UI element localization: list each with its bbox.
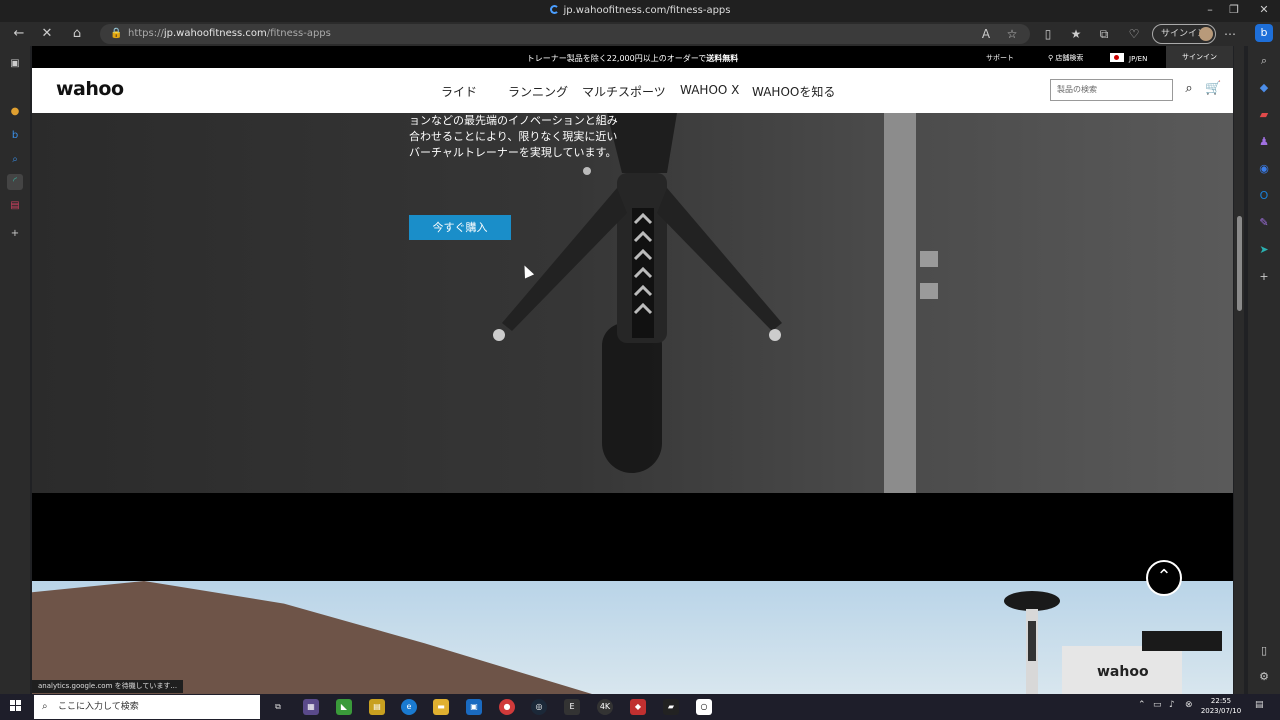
windows-taskbar: ⌕ ここに入力して検索 ⧉ ▦ ◣ ▤ e ▬ ▣ ● ◎ E 4K ◆ ▰ ○ … xyxy=(0,694,1280,720)
vertical-tabs-bar: ▣ ● b ⌕ ◜ ▤ + xyxy=(0,46,30,694)
nav-multisport[interactable]: マルチスポーツ xyxy=(582,83,666,100)
outlook-icon[interactable]: O xyxy=(1255,187,1273,205)
designer-icon[interactable]: ✎ xyxy=(1255,214,1273,232)
buy-now-button[interactable]: 今すぐ購入 xyxy=(409,215,511,240)
epic-games-icon[interactable]: E xyxy=(564,699,580,715)
site-header: wahoo ライド ランニング マルチスポーツ WAHOO X WAHOOを知る… xyxy=(32,68,1233,113)
loading-spinner-icon xyxy=(549,5,559,14)
new-tab-icon[interactable]: + xyxy=(7,226,23,242)
app-icon-3[interactable]: ▤ xyxy=(369,699,385,715)
tab-bing-icon[interactable]: b xyxy=(7,128,23,144)
nav-wahoo-x[interactable]: WAHOO X xyxy=(680,83,739,97)
bing-chat-icon[interactable]: b xyxy=(1255,24,1273,42)
steam-icon[interactable]: ◎ xyxy=(531,699,547,715)
windows-start-icon[interactable] xyxy=(10,700,22,712)
taskbar-search-input[interactable]: ⌕ ここに入力して検索 xyxy=(34,695,260,719)
maximize-button[interactable]: ❐ xyxy=(1224,3,1244,19)
hero-section: ョンなどの最先端のイノベーションと組み合わせることにより、限りなく現実に近いバー… xyxy=(32,113,1233,493)
browser-toolbar: ← ✕ ⌂ 🔒 https://jp.wahoofitness.com/fitn… xyxy=(0,22,1280,46)
page-viewport: トレーナー製品を除く22,000円以上のオーダーで送料無料 サポート ⚲ 店舗検… xyxy=(32,46,1233,694)
games-icon[interactable]: ♟ xyxy=(1255,133,1273,151)
hide-sidebar-icon[interactable]: ▯ xyxy=(1255,642,1273,660)
lock-icon: 🔒 xyxy=(110,28,123,39)
app-icon-red[interactable]: ● xyxy=(499,699,515,715)
promo-strip: トレーナー製品を除く22,000円以上のオーダーで送料無料 サポート ⚲ 店舗検… xyxy=(32,46,1233,68)
close-window-button[interactable]: ✕ xyxy=(1254,3,1274,19)
stop-loading-icon[interactable]: ✕ xyxy=(38,26,56,42)
tab-actions-icon[interactable]: ▣ xyxy=(7,56,23,72)
road-line xyxy=(884,113,916,493)
search-icon: ⌕ xyxy=(42,701,48,712)
more-menu-icon[interactable]: ⋯ xyxy=(1222,26,1238,42)
edge-taskbar-icon[interactable]: e xyxy=(401,699,417,715)
address-bar[interactable]: 🔒 https://jp.wahoofitness.com/fitness-ap… xyxy=(100,24,1030,44)
section-divider xyxy=(32,493,1233,581)
trainer-section-image: wahoo xyxy=(32,581,1233,694)
nav-ride[interactable]: ライド xyxy=(441,83,477,100)
page-scrollbar[interactable] xyxy=(1234,46,1244,694)
read-aloud-icon[interactable]: A xyxy=(978,26,994,42)
browser-status-bar: analytics.google.com を待機しています... xyxy=(32,680,184,693)
taskbar-clock[interactable]: 22:55 2023/07/10 xyxy=(1198,696,1244,716)
avatar xyxy=(1199,27,1213,41)
tab-page-icon[interactable]: ▤ xyxy=(7,198,23,214)
network-icon[interactable]: ▭ xyxy=(1153,700,1162,710)
scroll-to-top-button[interactable]: ⌃ xyxy=(1146,560,1182,596)
profile-signin-button[interactable]: サインイン xyxy=(1152,24,1216,44)
notification-icon[interactable]: ▤ xyxy=(1255,700,1264,710)
hero-description: ョンなどの最先端のイノベーションと組み合わせることにより、限りなく現実に近いバー… xyxy=(409,114,618,159)
language-switch[interactable]: JP/EN xyxy=(1110,53,1147,63)
tab-search-icon[interactable]: ⌕ xyxy=(7,152,23,168)
nav-about-wahoo[interactable]: WAHOOを知る xyxy=(752,83,835,100)
task-view-icon[interactable]: ⧉ xyxy=(270,699,286,715)
microsoft365-icon[interactable]: ◉ xyxy=(1255,160,1273,178)
tools-icon[interactable]: ▰ xyxy=(1255,106,1273,124)
search-icon[interactable]: ⌕ xyxy=(1181,81,1197,97)
file-explorer-icon[interactable]: ▬ xyxy=(433,699,449,715)
kickr-bike-image: wahoo xyxy=(1004,591,1222,694)
support-link[interactable]: サポート xyxy=(986,53,1014,63)
volume-icon[interactable]: ♪ xyxy=(1169,700,1175,710)
app-icon-game[interactable]: ◆ xyxy=(630,699,646,715)
favorite-star-icon[interactable]: ☆ xyxy=(1004,26,1020,42)
scrollbar-thumb[interactable] xyxy=(1237,216,1242,311)
browser-essentials-icon[interactable]: ♡ xyxy=(1126,26,1142,42)
store-icon[interactable]: ▣ xyxy=(466,699,482,715)
mountain-image xyxy=(32,581,592,694)
shopping-icon[interactable]: ◆ xyxy=(1255,79,1273,97)
edge-sidebar: b ⌕ ◆ ▰ ♟ ◉ O ✎ ➤ + ▯ ⚙ xyxy=(1248,22,1280,694)
favorites-icon[interactable]: ★ xyxy=(1068,26,1084,42)
road-marker xyxy=(920,251,938,267)
sidebar-search-icon[interactable]: ⌕ xyxy=(1255,52,1273,70)
store-search-link[interactable]: ⚲ 店舗検索 xyxy=(1048,53,1083,63)
window-title: jp.wahoofitness.com/fitness-apps xyxy=(0,5,1280,16)
split-screen-icon[interactable]: ▯ xyxy=(1040,26,1056,42)
road-marker xyxy=(920,283,938,299)
tab-active-loading-icon[interactable]: ◜ xyxy=(7,174,23,190)
app-icon-1[interactable]: ▦ xyxy=(303,699,319,715)
window-titlebar: jp.wahoofitness.com/fitness-apps – ❐ ✕ xyxy=(0,0,1280,22)
app-4k-icon[interactable]: 4K xyxy=(597,699,613,715)
collections-icon[interactable]: ⧉ xyxy=(1096,26,1112,42)
nvidia-icon[interactable]: ◣ xyxy=(336,699,352,715)
drop-icon[interactable]: ➤ xyxy=(1255,241,1273,259)
back-icon[interactable]: ← xyxy=(10,26,28,42)
japan-flag-icon xyxy=(1110,53,1124,62)
oculus-icon[interactable]: ○ xyxy=(696,699,712,715)
wahoo-logo[interactable]: wahoo xyxy=(56,78,124,100)
nav-running[interactable]: ランニング xyxy=(508,83,568,100)
app-tray-icon[interactable]: ⊗ xyxy=(1185,700,1193,710)
add-sidebar-app-icon[interactable]: + xyxy=(1255,268,1273,286)
tab-favicon-icon[interactable]: ● xyxy=(7,104,23,120)
app-icon-box[interactable]: ▰ xyxy=(663,699,679,715)
cart-icon[interactable]: 🛒 xyxy=(1205,81,1221,97)
site-signin-link[interactable]: サインイン xyxy=(1166,46,1233,68)
minimize-button[interactable]: – xyxy=(1200,3,1220,19)
home-icon[interactable]: ⌂ xyxy=(68,26,86,42)
sidebar-settings-icon[interactable]: ⚙ xyxy=(1255,668,1273,686)
svg-text:wahoo: wahoo xyxy=(1097,664,1149,680)
product-search-input[interactable]: 製品の検索 xyxy=(1050,79,1173,101)
tray-chevron-icon[interactable]: ⌃ xyxy=(1138,700,1146,710)
